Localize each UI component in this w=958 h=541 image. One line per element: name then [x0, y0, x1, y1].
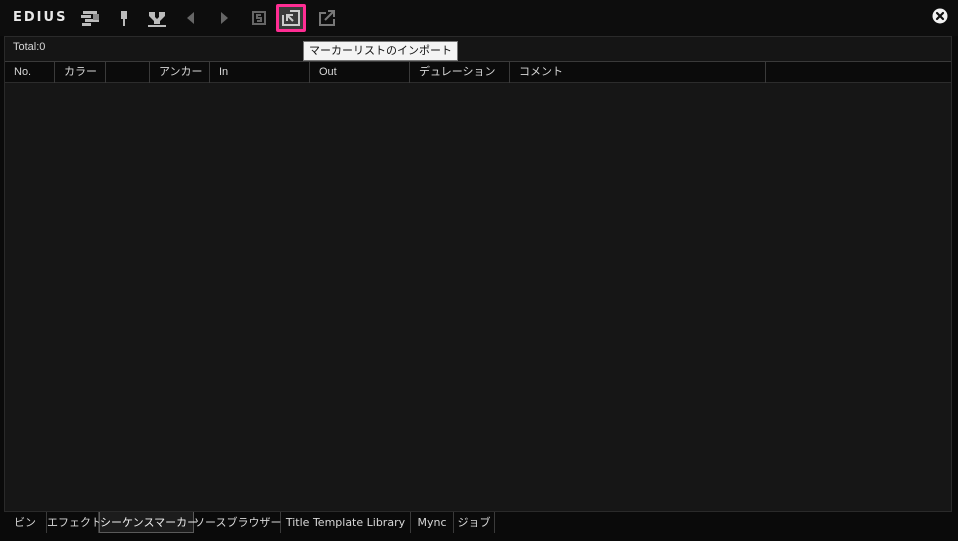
- column-header-in[interactable]: In: [210, 62, 310, 83]
- add-marker-icon[interactable]: [111, 6, 137, 30]
- tab-job[interactable]: ジョブ: [454, 512, 495, 533]
- marker-list-panel: Total:0 No. カラー アンカー In Out デュレーション コメント: [4, 36, 952, 512]
- tab-sequence-marker[interactable]: シーケンスマーカー: [99, 512, 198, 533]
- column-header-duration[interactable]: デュレーション: [410, 62, 510, 83]
- tab-mync[interactable]: Mync: [411, 512, 454, 533]
- marker-list-body[interactable]: [5, 83, 951, 511]
- table-header: No. カラー アンカー In Out デュレーション コメント: [5, 61, 951, 83]
- bottom-tab-bar: ビン エフェクト シーケンスマーカー ソースブラウザー Title Templa…: [4, 512, 952, 534]
- clear-marker-icon[interactable]: [144, 6, 170, 30]
- column-header-color[interactable]: カラー: [55, 62, 106, 83]
- tooltip: マーカーリストのインポート: [303, 41, 458, 61]
- tab-title-template-library[interactable]: Title Template Library: [281, 512, 411, 533]
- column-header-blank[interactable]: [106, 62, 150, 83]
- toolbar: EDIUS: [0, 0, 958, 36]
- layout-icon[interactable]: [77, 6, 103, 30]
- next-marker-icon[interactable]: [211, 6, 237, 30]
- column-header-no[interactable]: No.: [5, 62, 55, 83]
- column-header-anchor[interactable]: アンカー: [150, 62, 210, 83]
- tab-source-browser[interactable]: ソースブラウザー: [194, 512, 281, 533]
- column-header-comment[interactable]: コメント: [510, 62, 766, 83]
- close-button[interactable]: [921, 0, 958, 36]
- total-count: Total:0: [13, 41, 46, 53]
- close-icon: [932, 8, 948, 28]
- sequence-marker-window: EDIUS Total:0 No. カラー アンカー In Out デュレーショ…: [0, 0, 958, 541]
- tab-effect[interactable]: エフェクト: [47, 512, 102, 533]
- app-brand: EDIUS: [13, 10, 68, 25]
- sync-icon[interactable]: [246, 6, 272, 30]
- prev-marker-icon[interactable]: [178, 6, 204, 30]
- import-marker-list-icon[interactable]: [276, 4, 306, 32]
- export-marker-list-icon[interactable]: [314, 6, 340, 30]
- tab-bin[interactable]: ビン: [4, 512, 47, 533]
- column-header-filler: [766, 62, 951, 83]
- column-header-out[interactable]: Out: [310, 62, 410, 83]
